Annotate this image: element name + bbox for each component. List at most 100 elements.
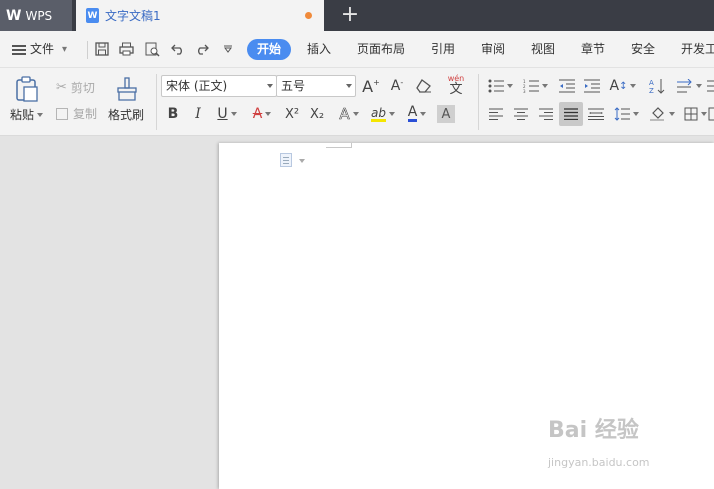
- chevron-down-icon: [388, 112, 395, 116]
- svg-text:Z: Z: [649, 87, 654, 94]
- margin-corner-mark: [351, 143, 352, 148]
- scissors-icon: ✂: [56, 80, 67, 95]
- wps-logo-icon: W: [6, 7, 22, 24]
- font-size-value: 五号: [281, 79, 306, 93]
- tab-review[interactable]: 审阅: [481, 31, 505, 68]
- font-color-icon: A: [407, 104, 418, 122]
- shading-button[interactable]: [648, 105, 676, 123]
- chevron-down-icon: [632, 112, 639, 116]
- strikethrough-icon: A: [252, 106, 263, 122]
- bold-button[interactable]: B: [164, 105, 182, 123]
- underline-button[interactable]: U: [214, 105, 240, 123]
- superscript-button[interactable]: X²: [282, 105, 302, 123]
- highlight-button[interactable]: ab: [368, 105, 398, 123]
- numbered-list-button[interactable]: 123: [521, 78, 549, 94]
- tab-references[interactable]: 引用: [431, 31, 455, 68]
- tab-home[interactable]: 开始: [247, 39, 291, 60]
- chevron-down-icon[interactable]: [299, 159, 305, 163]
- bullet-list-button[interactable]: [487, 78, 513, 94]
- format-painter-button[interactable]: 格式刷: [108, 106, 144, 123]
- file-menu-label: 文件: [30, 42, 55, 56]
- borders-button[interactable]: [682, 105, 708, 123]
- chevron-down-icon: [630, 84, 637, 88]
- file-menu-button[interactable]: 文件 ▾: [12, 31, 67, 68]
- tab-document-label: 文字文稿1: [105, 9, 161, 23]
- cut-button[interactable]: ✂ 剪切: [56, 79, 95, 96]
- decrease-indent-icon[interactable]: [558, 78, 576, 94]
- chevron-down-icon: [230, 112, 237, 116]
- align-left-icon[interactable]: [487, 105, 505, 123]
- tab-developer[interactable]: 开发工: [681, 31, 714, 68]
- copy-label: 复制: [73, 107, 98, 121]
- customize-toolbar-icon[interactable]: [220, 41, 236, 57]
- strikethrough-button[interactable]: A: [248, 105, 276, 123]
- minus-icon: -: [400, 77, 404, 87]
- paste-button[interactable]: 粘贴: [10, 106, 44, 123]
- increase-indent-icon[interactable]: [583, 78, 601, 94]
- title-bar: W WPS W 文字文稿1 +: [0, 0, 714, 31]
- undo-icon[interactable]: [170, 41, 186, 57]
- distributed-align-icon[interactable]: [587, 105, 605, 123]
- svg-text:3: 3: [523, 89, 526, 93]
- sort-button[interactable]: AZ: [648, 77, 666, 95]
- menu-bar: 文件 ▾ 开始 插入 页面布局 引用 审阅 视图 章节 安全 开发工: [0, 31, 714, 68]
- print-icon[interactable]: [118, 41, 134, 57]
- shrink-font-button[interactable]: A-: [387, 77, 407, 95]
- grow-font-button[interactable]: A +: [361, 76, 381, 96]
- print-preview-icon[interactable]: [144, 41, 160, 57]
- italic-button[interactable]: I: [189, 105, 207, 123]
- char-shading-button[interactable]: A: [437, 105, 455, 123]
- tab-document[interactable]: W 文字文稿1: [76, 0, 324, 31]
- justify-icon[interactable]: [559, 102, 583, 126]
- chevron-down-icon: ▾: [62, 44, 68, 55]
- chevron-down-icon: [506, 84, 513, 88]
- align-right-icon[interactable]: [537, 105, 555, 123]
- phonetic-icon: 文: [449, 81, 463, 97]
- tab-page-layout[interactable]: 页面布局: [357, 31, 405, 68]
- format-painter-label: 格式刷: [108, 108, 145, 122]
- text-effect-button[interactable]: A: [335, 105, 363, 123]
- format-painter-icon[interactable]: [114, 76, 140, 102]
- chevron-down-icon: [668, 112, 675, 116]
- tab-wps-home[interactable]: W WPS: [0, 0, 72, 31]
- line-spacing-options-button[interactable]: [676, 77, 702, 95]
- divider: [156, 74, 157, 130]
- shrink-font-icon: A: [390, 78, 401, 94]
- new-tab-button[interactable]: +: [338, 3, 362, 27]
- align-center-icon[interactable]: [512, 105, 530, 123]
- paste-label: 粘贴: [10, 108, 35, 122]
- tab-chapter[interactable]: 章节: [581, 31, 605, 68]
- svg-text:A: A: [649, 79, 654, 87]
- tab-insert[interactable]: 插入: [307, 31, 331, 68]
- plus-icon: +: [373, 77, 380, 87]
- paragraph-layout-icon[interactable]: [280, 153, 292, 167]
- chevron-down-icon: [267, 84, 273, 88]
- paste-icon[interactable]: [14, 76, 40, 102]
- grow-font-icon: A: [362, 76, 374, 96]
- copy-button[interactable]: 复制: [56, 105, 97, 122]
- tab-wps-label: WPS: [25, 8, 53, 23]
- chevron-down-icon: [695, 84, 702, 88]
- save-icon[interactable]: [94, 41, 110, 57]
- chevron-down-icon: [420, 112, 427, 116]
- ribbon-home: 粘贴 ✂ 剪切 复制 格式刷 宋体 (正文) 五号 A + A- wén 文 B I…: [0, 68, 714, 136]
- chevron-down-icon: [541, 84, 548, 88]
- arrow-icon: ↕: [619, 80, 628, 92]
- more-icon[interactable]: [708, 105, 714, 123]
- text-effect-icon: A: [339, 105, 350, 124]
- tab-view[interactable]: 视图: [531, 31, 555, 68]
- tab-security[interactable]: 安全: [631, 31, 655, 68]
- more-paragraph-icon[interactable]: [707, 77, 714, 95]
- font-name-select[interactable]: 宋体 (正文): [161, 75, 277, 97]
- document-page[interactable]: [219, 143, 714, 489]
- font-color-button[interactable]: A: [403, 105, 431, 123]
- chevron-down-icon: [37, 112, 44, 117]
- text-direction-button[interactable]: A ↕: [609, 77, 637, 95]
- phonetic-guide-button[interactable]: wén 文: [442, 74, 470, 96]
- redo-icon[interactable]: [194, 41, 210, 57]
- subscript-button[interactable]: X₂: [307, 105, 327, 123]
- clear-format-button[interactable]: [414, 77, 434, 95]
- divider: [478, 74, 479, 130]
- line-spacing-button[interactable]: [612, 105, 640, 123]
- font-size-select[interactable]: 五号: [276, 75, 356, 97]
